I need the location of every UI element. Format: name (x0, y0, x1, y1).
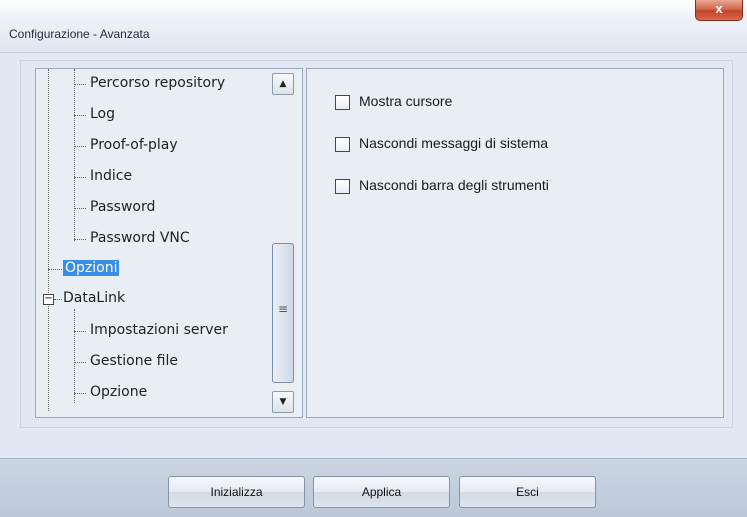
scroll-down-button[interactable]: ▼ (272, 391, 294, 413)
tree-connector (74, 362, 86, 363)
apply-button[interactable]: Applica (313, 476, 450, 508)
tree-item-proof-of-play[interactable]: Proof-of-play (90, 137, 178, 153)
tree-item-opzioni[interactable]: Opzioni (63, 260, 120, 276)
option-label[interactable]: Mostra cursore (359, 93, 452, 109)
tree-connector (74, 331, 86, 332)
tree-connector (48, 269, 62, 270)
config-window: Configurazione - Avanzata x Percorso rep… (0, 0, 747, 517)
tree-connector (74, 177, 86, 178)
checkbox-nascondi-barra[interactable] (335, 179, 350, 194)
tree-item-indice[interactable]: Indice (90, 168, 132, 184)
tree-item-gestione-file[interactable]: Gestione file (90, 353, 178, 369)
option-label[interactable]: Nascondi messaggi di sistema (359, 135, 548, 151)
tree-item-datalink[interactable]: DataLink (63, 290, 125, 306)
checkbox-nascondi-messaggi[interactable] (335, 137, 350, 152)
tree-item-opzione[interactable]: Opzione (90, 384, 147, 400)
window-title: Configurazione - Avanzata (9, 27, 150, 41)
collapse-icon[interactable]: − (43, 294, 54, 305)
tree-connector (74, 115, 86, 116)
tree-item-password[interactable]: Password (90, 199, 155, 215)
title-bar[interactable]: Configurazione - Avanzata x (0, 0, 747, 53)
option-label[interactable]: Nascondi barra degli strumenti (359, 177, 549, 193)
tree-connector (74, 84, 86, 85)
tree-item-percorso-repository[interactable]: Percorso repository (90, 75, 225, 91)
tree-scrollbar[interactable]: ▲ ≡ ▼ (272, 73, 296, 413)
close-icon: x (715, 1, 723, 16)
tree-item-password-vnc[interactable]: Password VNC (90, 230, 190, 246)
exit-button[interactable]: Esci (459, 476, 596, 508)
tree-item-impostazioni-server[interactable]: Impostazioni server (90, 322, 228, 338)
tree-guide-line (74, 309, 75, 403)
arrow-down-icon: ▼ (279, 397, 287, 407)
tree-connector (74, 146, 86, 147)
tree-guide-line (74, 69, 75, 241)
grip-icon: ≡ (278, 302, 289, 316)
close-button[interactable]: x (695, 0, 743, 21)
tree-connector (74, 208, 86, 209)
checkbox-mostra-cursore[interactable] (335, 95, 350, 110)
scroll-up-button[interactable]: ▲ (272, 73, 294, 95)
reset-button[interactable]: Inizializza (168, 476, 305, 508)
options-panel: Mostra cursore Nascondi messaggi di sist… (306, 68, 724, 418)
tree-connector (74, 393, 86, 394)
arrow-up-icon: ▲ (279, 79, 287, 89)
settings-tree[interactable]: Percorso repository Log Proof-of-play In… (35, 68, 303, 418)
tree-item-log[interactable]: Log (90, 106, 115, 122)
tree-connector (54, 299, 62, 300)
scroll-thumb[interactable]: ≡ (272, 243, 294, 383)
tree-item-label-selected: Opzioni (63, 260, 120, 276)
tree-guide-line (48, 69, 49, 411)
tree-connector (74, 239, 86, 240)
